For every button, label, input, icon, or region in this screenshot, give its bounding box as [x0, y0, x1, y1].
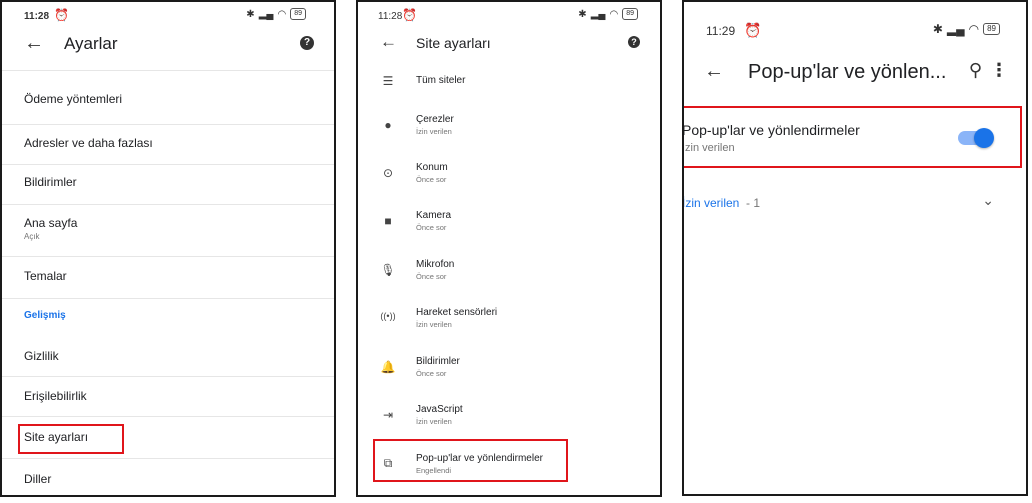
status-bar: 11:28 ⏰ ✱ ▂▄ ◠ 89 — [2, 2, 334, 24]
status-icons: ✱ ▂▄ ◠ 89 — [246, 8, 306, 20]
battery-icon: 89 — [290, 8, 306, 20]
wifi-icon: ◠ — [277, 8, 287, 20]
highlight-box — [684, 106, 1022, 168]
settings-item-label: Erişilebilirlik — [24, 389, 87, 403]
search-icon[interactable]: ⚲ — [969, 60, 982, 81]
site-setting-microphone[interactable]: 🎙 Mikrofon Önce sor — [358, 251, 660, 291]
help-icon[interactable]: ? — [300, 36, 314, 50]
bluetooth-icon: ✱ — [932, 22, 943, 36]
settings-item-label: Ödeme yöntemleri — [24, 92, 123, 106]
settings-item-payment-methods[interactable]: Ödeme yöntemleri — [2, 82, 334, 122]
popups-screen: 11:29 ⏰ ✱ ▂▄ ◠ 89 ← Pop-up'lar ve yönlen… — [682, 0, 1028, 496]
settings-item-addresses[interactable]: Adresler ve daha fazlası — [2, 124, 334, 164]
status-time: 11:28 — [378, 11, 403, 22]
site-setting-sub: Önce sor — [416, 175, 447, 184]
site-setting-motion-sensors[interactable]: ((•)) Hareket sensörleri İzin verilen — [358, 299, 660, 339]
settings-item-accessibility[interactable]: Erişilebilirlik — [2, 376, 334, 416]
settings-item-label: Adresler ve daha fazlası — [24, 136, 153, 150]
help-icon[interactable]: ? — [628, 36, 640, 48]
alarm-icon: ⏰ — [402, 8, 417, 22]
highlight-box — [373, 439, 568, 482]
page-title: Ayarlar — [64, 34, 118, 53]
site-setting-label: Mikrofon — [416, 259, 455, 270]
status-bar: 11:29 ⏰ ✱ ▂▄ ◠ 89 — [684, 2, 1026, 38]
list-icon: ☰ — [382, 74, 394, 88]
section-header-label: Gelişmiş — [24, 310, 66, 321]
battery-icon: 89 — [622, 8, 638, 20]
settings-item-label: Diller — [24, 472, 52, 486]
site-setting-all-sites[interactable]: ☰ Tüm siteler — [358, 66, 660, 96]
site-setting-label: Hareket sensörleri — [416, 307, 498, 318]
camera-icon: ■ — [384, 214, 392, 228]
site-setting-label: Çerezler — [416, 114, 454, 125]
site-setting-sub: Önce sor — [416, 272, 447, 281]
site-setting-sub: İzin verilen — [416, 127, 452, 136]
site-setting-cookies[interactable]: ● Çerezler İzin verilen — [358, 106, 660, 146]
site-setting-label: Kamera — [416, 210, 452, 221]
bluetooth-icon: ✱ — [578, 8, 587, 20]
site-setting-location[interactable]: ⊙ Konum Önce sor — [358, 154, 660, 194]
section-header-advanced: Gelişmiş — [2, 298, 334, 336]
status-time: 11:29 — [706, 24, 736, 38]
app-bar: ← Site ayarları ? — [358, 32, 660, 58]
status-icons: ✱ ▂▄ ◠ 89 — [933, 22, 1000, 36]
cookie-icon: ● — [384, 118, 392, 132]
bluetooth-icon: ✱ — [246, 8, 255, 20]
back-arrow-icon[interactable]: ← — [24, 32, 44, 55]
site-setting-sub: Önce sor — [416, 223, 447, 232]
app-bar: ← Ayarlar ? — [2, 32, 334, 60]
allowed-count: - 1 — [746, 196, 761, 210]
settings-item-sub: Açık — [24, 232, 40, 241]
settings-item-label: Gizlilik — [24, 349, 59, 363]
settings-item-label: Temalar — [24, 269, 67, 283]
page-title: Site ayarları — [416, 35, 491, 51]
back-arrow-icon[interactable]: ← — [380, 32, 397, 52]
site-setting-label: Tüm siteler — [416, 75, 466, 86]
wifi-icon: ◠ — [609, 8, 619, 20]
motion-sensor-icon: ((•)) — [380, 311, 396, 321]
app-bar: ← Pop-up'lar ve yönlen... ⚲ ⋮ — [684, 58, 1026, 90]
settings-item-notifications[interactable]: Bildirimler — [2, 164, 334, 204]
signal-icon: ▂▄ — [590, 8, 606, 20]
signal-icon: ▂▄ — [258, 8, 274, 20]
site-setting-sub: Önce sor — [416, 369, 447, 378]
chevron-down-icon[interactable]: ⌄ — [982, 192, 994, 209]
settings-item-languages[interactable]: Diller — [2, 458, 334, 495]
status-bar: 11:28 ⏰ ✱ ▂▄ ◠ 89 — [358, 2, 660, 24]
site-setting-notifications[interactable]: 🔔 Bildirimler Önce sor — [358, 348, 660, 388]
site-setting-javascript[interactable]: ⇥ JavaScript İzin verilen — [358, 396, 660, 436]
page-title: Pop-up'lar ve yönlen... — [748, 61, 947, 83]
wifi-icon: ◠ — [968, 22, 980, 36]
back-arrow-icon[interactable]: ← — [704, 60, 724, 83]
site-setting-label: Konum — [416, 162, 448, 173]
site-settings-screen: 11:28 ⏰ ✱ ▂▄ ◠ 89 ← Site ayarları ? ☰ Tü… — [356, 0, 662, 497]
site-setting-label: Bildirimler — [416, 356, 460, 367]
bell-icon: 🔔 — [380, 360, 396, 374]
battery-icon: 89 — [983, 23, 1000, 35]
settings-item-privacy[interactable]: Gizlilik — [2, 338, 334, 376]
site-setting-camera[interactable]: ■ Kamera Önce sor — [358, 202, 660, 242]
settings-item-homepage[interactable]: Ana sayfa Açık — [2, 204, 334, 256]
site-setting-sub: İzin verilen — [416, 417, 452, 426]
more-options-icon[interactable]: ⋮ — [990, 60, 1008, 81]
status-time: 11:28 — [24, 11, 50, 22]
alarm-icon: ⏰ — [744, 22, 762, 38]
highlight-box — [18, 424, 124, 454]
microphone-icon: 🎙 — [380, 263, 396, 277]
divider — [2, 70, 334, 71]
location-icon: ⊙ — [382, 166, 394, 180]
settings-item-label: Bildirimler — [24, 175, 77, 189]
status-icons: ✱ ▂▄ ◠ 89 — [578, 8, 638, 20]
site-setting-label: JavaScript — [416, 404, 463, 415]
settings-item-themes[interactable]: Temalar — [2, 256, 334, 298]
signal-icon: ▂▄ — [946, 22, 965, 36]
alarm-icon: ⏰ — [54, 8, 69, 22]
settings-screen: 11:28 ⏰ ✱ ▂▄ ◠ 89 ← Ayarlar ? Ödeme yönt… — [0, 0, 336, 497]
allowed-label: İzin verilen — [682, 196, 740, 210]
javascript-icon: ⇥ — [382, 408, 394, 422]
site-setting-sub: İzin verilen — [416, 320, 452, 329]
allowed-sites-expander[interactable]: İzin verilen - 1 ⌄ — [684, 188, 1026, 218]
settings-item-label: Ana sayfa — [24, 216, 78, 230]
